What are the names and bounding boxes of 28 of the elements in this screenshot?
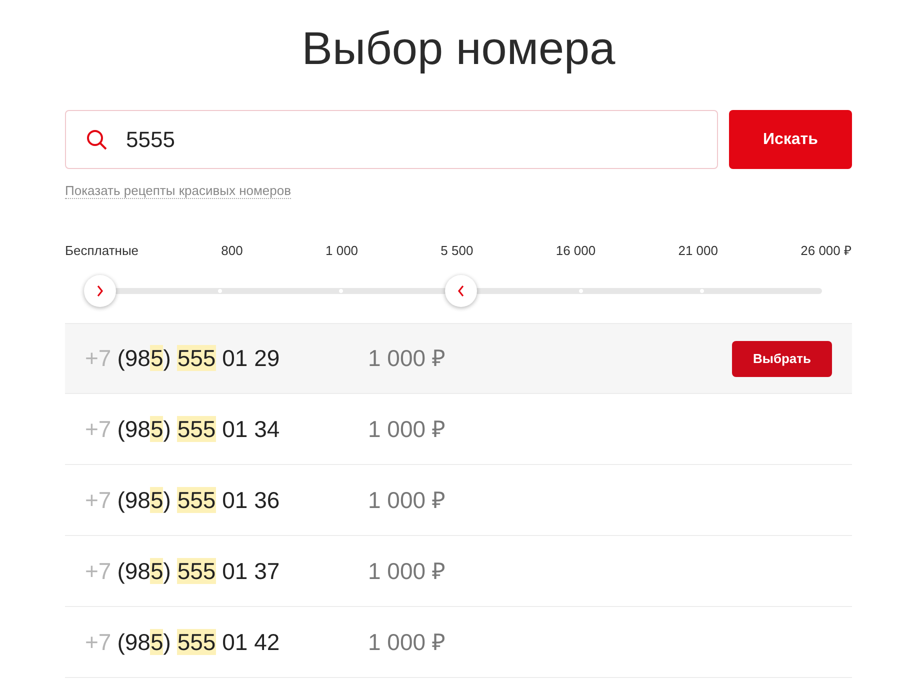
chevron-left-icon — [457, 284, 465, 296]
phone-number: +7 (985) 555 01 36 — [85, 486, 281, 515]
price-tick-label: 5 500 — [440, 242, 474, 260]
search-button[interactable]: Искать — [729, 110, 852, 169]
price-tick-label: 16 000 — [556, 242, 596, 260]
page-title: Выбор номера — [300, 21, 616, 71]
chevron-right-icon — [96, 284, 104, 296]
number-price: 1 000 ₽ — [368, 628, 445, 657]
search-icon — [85, 128, 109, 152]
phone-number: +7 (985) 555 01 37 — [85, 556, 281, 586]
price-tick-label: Бесплатные — [65, 242, 139, 260]
slider-thumb[interactable] — [445, 274, 477, 306]
price-tick-label: 800 — [221, 242, 243, 260]
search-field[interactable]: 5555 — [65, 110, 718, 169]
phone-number: +7 (985) 555 01 29 — [85, 344, 281, 374]
number-row[interactable]: +7 (985) 555 01 29 1 000 ₽ Выбрать — [65, 323, 852, 394]
price-tick-label: 21 000 — [678, 242, 718, 260]
number-price: 1 000 ₽ — [368, 344, 445, 374]
recipes-link[interactable]: Показать рецепты красивых номеров — [65, 183, 292, 199]
choose-button[interactable]: Выбрать — [732, 340, 832, 376]
phone-number: +7 (985) 555 01 42 — [85, 628, 281, 657]
phone-number: +7 (985) 555 01 34 — [85, 414, 281, 444]
number-price: 1 000 ₽ — [368, 414, 445, 444]
number-price: 1 000 ₽ — [368, 486, 445, 515]
number-price: 1 000 ₽ — [368, 556, 445, 586]
price-tick-label: 26 000 ₽ — [800, 242, 852, 260]
price-tick-label: 1 000 — [326, 242, 358, 260]
slider-thumb[interactable] — [84, 274, 116, 306]
